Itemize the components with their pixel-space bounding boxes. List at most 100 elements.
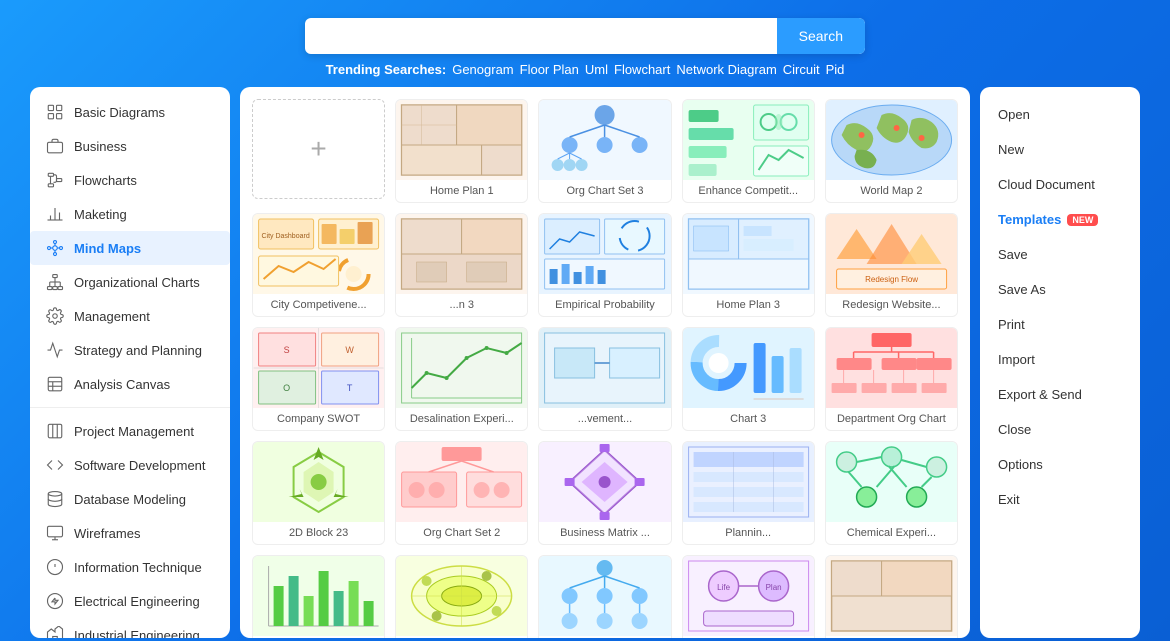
template-card-movement-prev[interactable]: ...vement... <box>538 327 671 431</box>
sidebar-item-industrial[interactable]: Industrial Engineering <box>30 618 230 638</box>
svg-text:Life: Life <box>717 583 730 592</box>
template-card-2d-block-23[interactable]: 2D Block 23 <box>252 441 385 545</box>
template-thumb-city-competivene: City Dashboard <box>253 214 384 294</box>
kanban-icon <box>46 422 64 440</box>
right-panel-save-as[interactable]: Save As <box>980 272 1140 307</box>
sidebar-item-software-dev[interactable]: Software Development <box>30 448 230 482</box>
template-thumb-movement-prev <box>539 328 670 408</box>
template-label-movement-prev: ...vement... <box>539 408 670 430</box>
trending-genogram[interactable]: Genogram <box>452 62 513 77</box>
sidebar-item-strategy[interactable]: Strategy and Planning <box>30 333 230 367</box>
svg-text:W: W <box>345 345 354 355</box>
sidebar-item-analysis[interactable]: Analysis Canvas <box>30 367 230 401</box>
sidebar-label-software-dev: Software Development <box>74 458 206 473</box>
search-input[interactable] <box>305 18 777 54</box>
template-card-world-map-2[interactable]: World Map 2 <box>825 99 958 203</box>
electrical-icon <box>46 592 64 610</box>
template-card-column-chart[interactable]: Column Chart an... <box>252 555 385 638</box>
template-card-org-chart-3[interactable]: Org Chart Set 3 <box>538 99 671 203</box>
sidebar-item-business[interactable]: Business <box>30 129 230 163</box>
template-thumb-column-chart <box>253 556 384 636</box>
template-card-city-competivene[interactable]: City Dashboard City Competivene... <box>252 213 385 317</box>
template-card-bottom-1[interactable]: ... <box>825 555 958 638</box>
template-thumb-dept-org-chart <box>826 328 957 408</box>
right-panel-import[interactable]: Import <box>980 342 1140 377</box>
sidebar-item-org-charts[interactable]: Organizational Charts <box>30 265 230 299</box>
template-card-dept-org-chart[interactable]: Department Org Chart <box>825 327 958 431</box>
sidebar-label-flowcharts: Flowcharts <box>74 173 137 188</box>
template-card-business-matrix[interactable]: Business Matrix ... <box>538 441 671 545</box>
right-panel-print-label: Print <box>998 317 1025 332</box>
sidebar-item-mind-maps[interactable]: Mind Maps <box>30 231 230 265</box>
sidebar-label-strategy: Strategy and Planning <box>74 343 202 358</box>
sidebar-item-marketing[interactable]: Maketing <box>30 197 230 231</box>
trending-floor-plan[interactable]: Floor Plan <box>520 62 579 77</box>
sidebar-label-marketing: Maketing <box>74 207 127 222</box>
code-icon <box>46 456 64 474</box>
search-button[interactable]: Search <box>777 18 865 54</box>
template-label-empirical-prob: Empirical Probability <box>539 294 670 316</box>
template-thumb-org-chart-3 <box>539 100 670 180</box>
sidebar-label-industrial: Industrial Engineering <box>74 628 200 639</box>
sidebar-label-mind-maps: Mind Maps <box>74 241 141 256</box>
grid-icon <box>46 103 64 121</box>
template-card-redesign-website[interactable]: Redesign Flow Redesign Website... <box>825 213 958 317</box>
template-card-company-swot[interactable]: S W O T Company SWOT <box>252 327 385 431</box>
right-panel-close[interactable]: Close <box>980 412 1140 447</box>
trending-flowchart[interactable]: Flowchart <box>614 62 670 77</box>
trending-pid[interactable]: Pid <box>826 62 845 77</box>
right-panel-new[interactable]: New <box>980 132 1140 167</box>
sidebar-item-management[interactable]: Management <box>30 299 230 333</box>
template-card-chemical-experi[interactable]: Chemical Experi... <box>825 441 958 545</box>
mind-icon <box>46 239 64 257</box>
sidebar-label-electrical: Electrical Engineering <box>74 594 200 609</box>
template-label-org-chart-3: Org Chart Set 3 <box>539 180 670 202</box>
trending-label: Trending Searches: <box>326 62 447 77</box>
template-thumb-life-plan: Life Plan <box>683 556 814 636</box>
right-panel-save[interactable]: Save <box>980 237 1140 272</box>
template-card-enhance-competit[interactable]: Enhance Competit... <box>682 99 815 203</box>
template-card-org-chart-set-2[interactable]: Org Chart Set 2 <box>395 441 528 545</box>
template-card-english-part-of-sp[interactable]: English Part Of Sp... <box>395 555 528 638</box>
template-label-enhance-competit: Enhance Competit... <box>683 180 814 202</box>
template-card-empirical-prob[interactable]: Empirical Probability <box>538 213 671 317</box>
sidebar-item-basic-diagrams[interactable]: Basic Diagrams <box>30 95 230 129</box>
template-card-chart-3[interactable]: Chart 3 <box>682 327 815 431</box>
sidebar-divider <box>30 407 230 408</box>
right-panel-export-send[interactable]: Export & Send <box>980 377 1140 412</box>
right-panel-templates[interactable]: Templates NEW <box>980 202 1140 237</box>
right-panel-print[interactable]: Print <box>980 307 1140 342</box>
template-card-home-plan-3-prev[interactable]: ...n 3 <box>395 213 528 317</box>
right-panel-cloud-document[interactable]: Cloud Document <box>980 167 1140 202</box>
template-card-desalination-experi[interactable]: Desalination Experi... <box>395 327 528 431</box>
template-thumb-home-plan-3 <box>683 214 814 294</box>
template-card-life-plan[interactable]: Life Plan Life Plan <box>682 555 815 638</box>
template-thumb-flowchart-sample <box>539 556 670 636</box>
new-template-card[interactable]: + <box>252 99 385 199</box>
sidebar-item-info-tech[interactable]: Information Technique <box>30 550 230 584</box>
sidebar-item-flowcharts[interactable]: Flowcharts <box>30 163 230 197</box>
right-panel-templates-label: Templates <box>998 212 1061 227</box>
right-panel-open[interactable]: Open <box>980 97 1140 132</box>
trending-uml[interactable]: Uml <box>585 62 608 77</box>
template-label-bottom-1: ... <box>826 636 957 638</box>
sidebar-item-database[interactable]: Database Modeling <box>30 482 230 516</box>
table-icon <box>46 375 64 393</box>
trending-circuit[interactable]: Circuit <box>783 62 820 77</box>
sidebar-item-wireframes[interactable]: Wireframes <box>30 516 230 550</box>
template-card-home-plan-1[interactable]: Home Plan 1 <box>395 99 528 203</box>
chart-line-icon <box>46 341 64 359</box>
right-panel-options[interactable]: Options <box>980 447 1140 482</box>
sidebar-label-org-charts: Organizational Charts <box>74 275 200 290</box>
right-panel-exit[interactable]: Exit <box>980 482 1140 517</box>
template-thumb-company-swot: S W O T <box>253 328 384 408</box>
template-card-flowchart-sample[interactable]: Flowchart Sample <box>538 555 671 638</box>
sidebar-item-electrical[interactable]: Electrical Engineering <box>30 584 230 618</box>
template-card-home-plan-3[interactable]: Home Plan 3 <box>682 213 815 317</box>
template-card-planning-prev[interactable]: Plannin... <box>682 441 815 545</box>
template-label-desalination-experi: Desalination Experi... <box>396 408 527 430</box>
sidebar-item-project-mgmt[interactable]: Project Management <box>30 414 230 448</box>
trending-network-diagram[interactable]: Network Diagram <box>676 62 776 77</box>
template-label-chart-3: Chart 3 <box>683 408 814 430</box>
sidebar-label-project-mgmt: Project Management <box>74 424 194 439</box>
